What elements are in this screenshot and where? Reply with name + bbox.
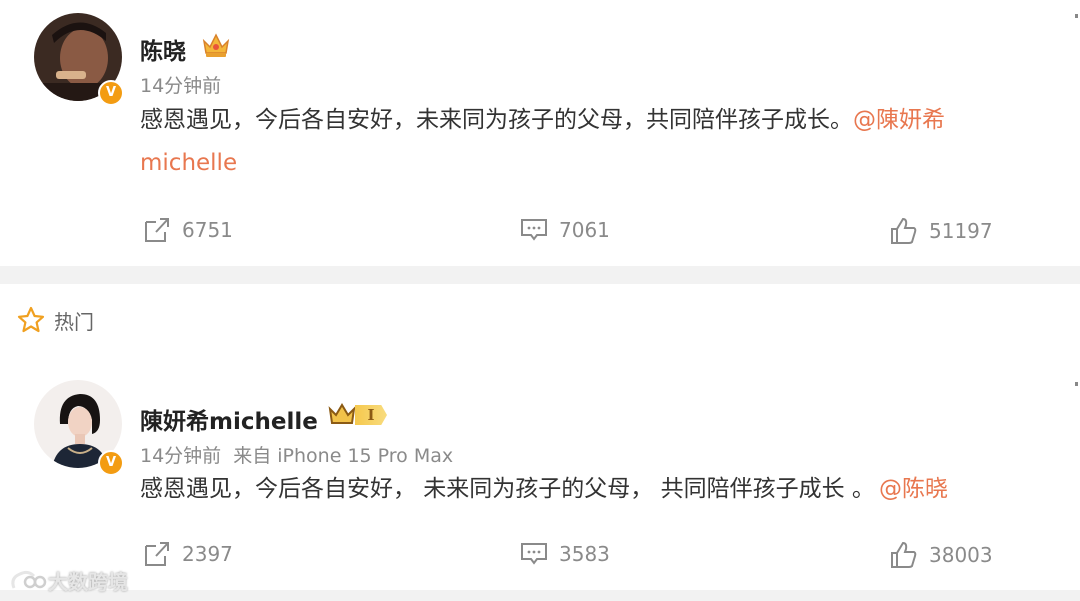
scroll-indicator: [1075, 14, 1078, 18]
verified-badge: V: [98, 450, 124, 476]
post-text: 感恩遇见，今后各自安好， 未来同为孩子的父母， 共同陪伴孩子成长 。 @陈晓: [140, 468, 1060, 511]
comment-count: 7061: [559, 218, 610, 242]
watermark: 大数跨境: [8, 566, 128, 595]
post-time-text: 14分钟前: [140, 445, 222, 467]
like-button[interactable]: 38003: [889, 540, 993, 570]
watermark-logo-icon: [11, 570, 47, 589]
hot-label: 热门: [54, 309, 94, 334]
post-text: 感恩遇见，今后各自安好，未来同为孩子的父母，共同陪伴孩子成长。@陳妍希 mich…: [140, 99, 1040, 185]
post-body: 感恩遇见，今后各自安好，未来同为孩子的父母，共同陪伴孩子成长。: [140, 107, 853, 133]
like-count: 51197: [929, 219, 993, 243]
level-label: I: [355, 405, 387, 425]
share-icon: [145, 218, 169, 242]
author-name[interactable]: 陈晓: [140, 32, 186, 66]
crown-icon: [202, 33, 230, 57]
comment-button[interactable]: 3583: [519, 540, 610, 568]
hot-section-header: 热门: [16, 305, 94, 335]
mention-link[interactable]: @陈晓: [879, 476, 948, 502]
repost-button[interactable]: 2397: [142, 540, 233, 568]
comment-count: 3583: [559, 542, 610, 566]
author-name[interactable]: 陳妍希michelle: [140, 402, 318, 436]
post-time: 14分钟前: [140, 75, 222, 97]
repost-count: 6751: [182, 218, 233, 242]
star-icon: [17, 306, 45, 333]
thumbs-up-icon: [891, 217, 917, 244]
comment-icon: [521, 543, 547, 565]
feed-separator: [0, 266, 1080, 284]
like-count: 38003: [929, 543, 993, 567]
repost-button[interactable]: 6751: [142, 216, 233, 244]
post-time: 14分钟前 来自 iPhone 15 Pro Max: [140, 441, 453, 468]
repost-count: 2397: [182, 542, 233, 566]
post-body: 感恩遇见，今后各自安好， 未来同为孩子的父母， 共同陪伴孩子成长 。: [140, 476, 875, 502]
mention-link-continued[interactable]: michelle: [140, 150, 237, 176]
feed-separator-bottom: [0, 590, 1080, 601]
weibo-post-2: V 陳妍希michelle I 14分钟前 来自 iPhone 15 Pro M…: [0, 355, 1080, 587]
mention-link[interactable]: @陳妍希: [853, 107, 945, 133]
member-level-badge: I: [327, 402, 387, 428]
comment-button[interactable]: 7061: [519, 216, 610, 244]
crown-icon: [328, 403, 356, 424]
share-icon: [145, 542, 169, 566]
watermark-text: 大数跨境: [48, 570, 128, 594]
post-source: 来自 iPhone 15 Pro Max: [233, 445, 454, 467]
weibo-post-1: V 陈晓 14分钟前 感恩遇见，今后各自安好，未来同为孩子的父母，共同陪伴孩子成…: [0, 0, 1080, 266]
verified-badge: V: [98, 80, 124, 106]
thumbs-up-icon: [891, 541, 917, 568]
comment-icon: [521, 219, 547, 241]
like-button[interactable]: 51197: [889, 216, 993, 246]
